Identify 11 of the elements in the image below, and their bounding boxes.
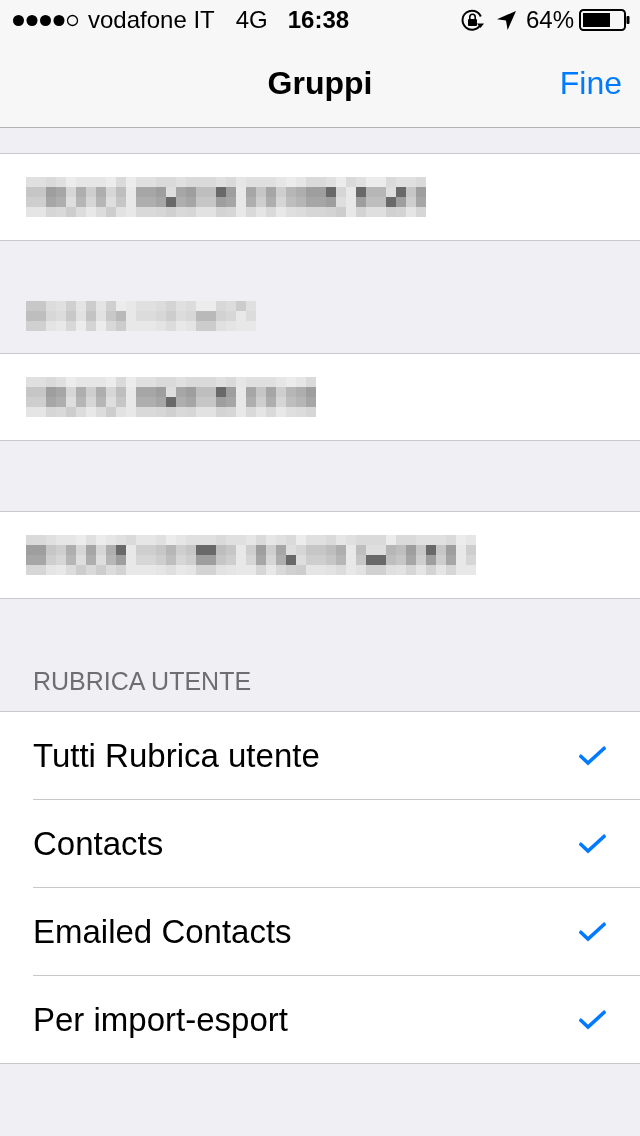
signal-strength-icon xyxy=(12,13,79,27)
battery-percentage: 64% xyxy=(525,6,574,34)
nav-title: Gruppi xyxy=(267,65,373,102)
section-header: RUBRICA UTENTE xyxy=(33,667,252,696)
battery-icon xyxy=(579,9,630,31)
carrier-name: vodafone IT xyxy=(88,6,215,34)
network-type: 4G xyxy=(235,6,268,34)
rotation-lock-icon xyxy=(459,7,485,33)
location-arrow-icon xyxy=(496,10,516,30)
done-button[interactable]: Fine xyxy=(549,57,640,110)
status-time: 16:38 xyxy=(287,6,350,34)
